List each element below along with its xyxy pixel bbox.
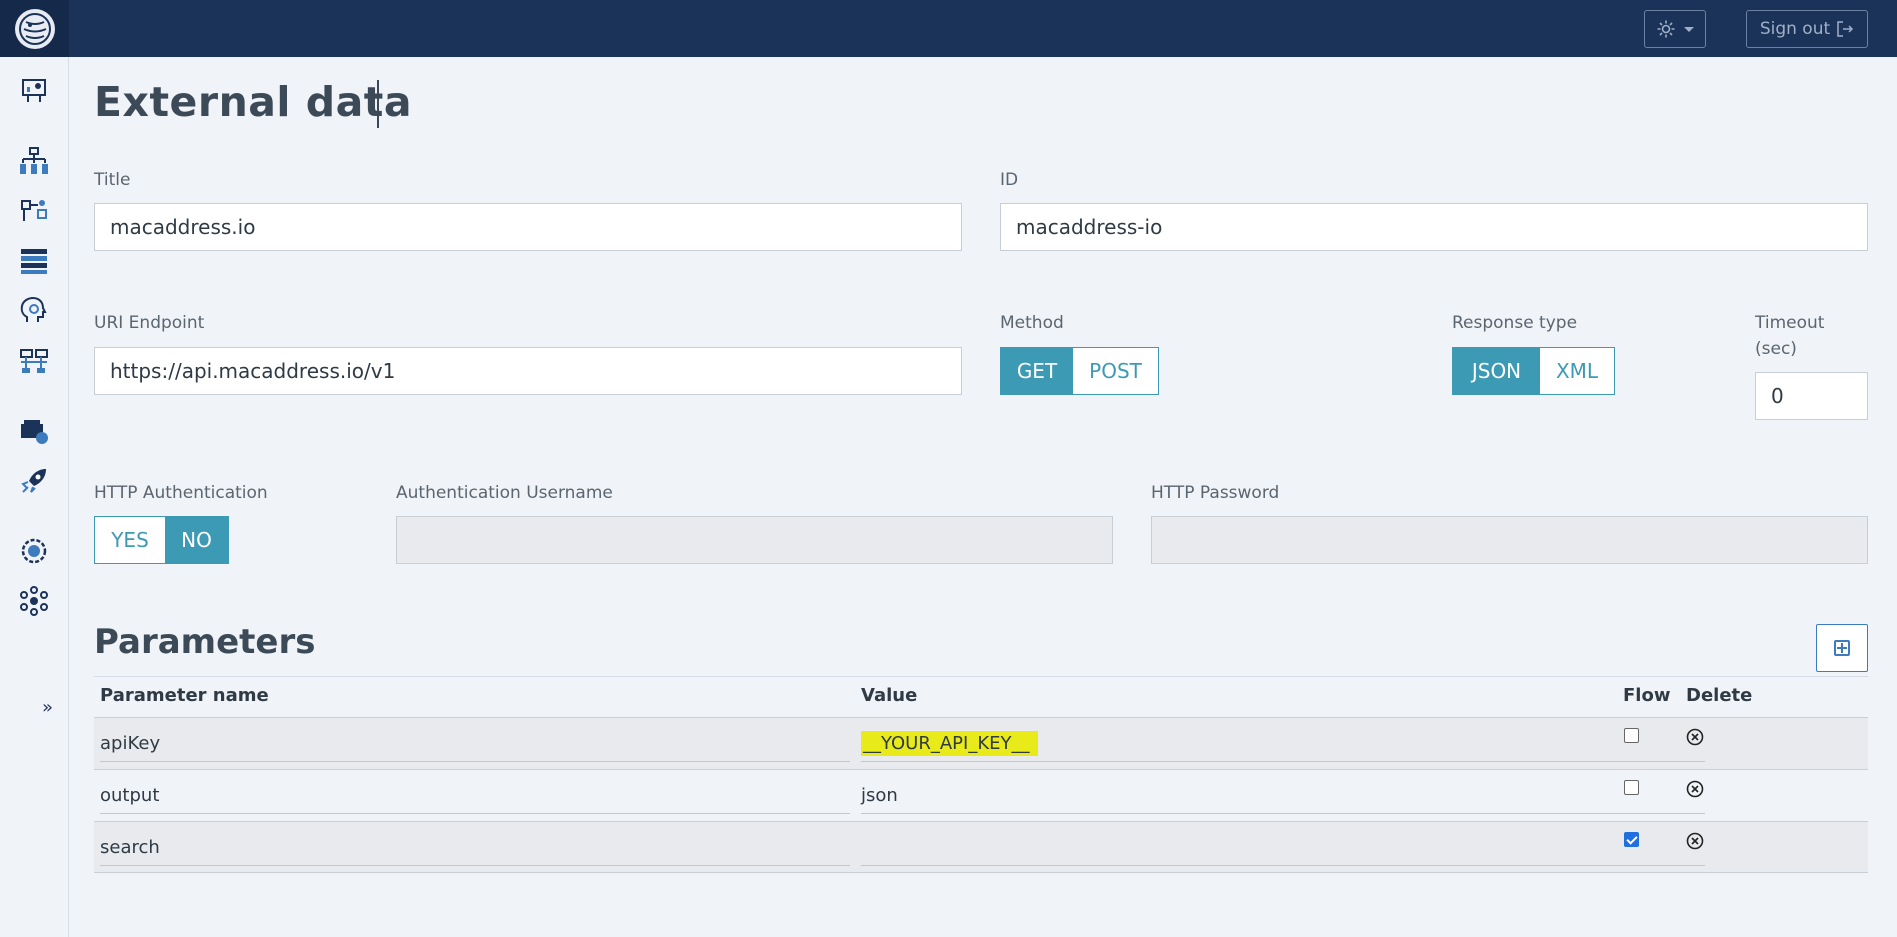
timeout-label: Timeout xyxy=(1755,313,1825,333)
http-auth-no-button[interactable]: NO xyxy=(165,517,228,563)
column-header-flow: Flow xyxy=(1623,685,1671,706)
uri-endpoint-input[interactable]: https://api.macaddress.io/v1 xyxy=(94,347,962,395)
delete-icon[interactable] xyxy=(1686,728,1704,746)
sidebar-expand-button[interactable]: » xyxy=(42,697,53,718)
connector-icon[interactable] xyxy=(18,415,50,447)
response-json-button[interactable]: JSON xyxy=(1453,348,1540,394)
rocket-icon[interactable] xyxy=(18,465,50,497)
method-label: Method xyxy=(1000,313,1064,333)
column-header-delete: Delete xyxy=(1686,685,1753,706)
settings-dropdown-button[interactable] xyxy=(1644,10,1706,48)
http-auth-toggle: YES NO xyxy=(94,516,229,564)
table-row: search xyxy=(94,821,1868,873)
column-header-value: Value xyxy=(861,685,918,706)
parameter-name-input[interactable]: apiKey xyxy=(100,726,850,762)
id-label: ID xyxy=(1000,170,1019,190)
parameters-title: Parameters xyxy=(94,622,316,662)
title-input[interactable]: macaddress.io xyxy=(94,203,962,251)
plus-square-icon xyxy=(1834,640,1850,656)
method-get-button[interactable]: GET xyxy=(1001,348,1073,394)
column-header-parameter-name: Parameter name xyxy=(100,685,269,706)
auth-username-label: Authentication Username xyxy=(396,483,613,503)
highlighted-value: __YOUR_API_KEY__ xyxy=(861,731,1038,756)
method-post-button[interactable]: POST xyxy=(1073,348,1158,394)
table-row: output json xyxy=(94,769,1868,821)
http-password-label: HTTP Password xyxy=(1151,483,1280,503)
database-icon[interactable] xyxy=(18,245,50,277)
response-xml-button[interactable]: XML xyxy=(1540,348,1614,394)
response-type-toggle: JSON XML xyxy=(1452,347,1615,395)
http-password-input[interactable] xyxy=(1151,516,1868,564)
http-auth-yes-button[interactable]: YES xyxy=(95,517,165,563)
flow-icon[interactable] xyxy=(18,195,50,227)
logo-icon xyxy=(14,8,55,49)
table-divider xyxy=(94,676,1868,677)
gear-icon xyxy=(1657,20,1675,38)
top-navbar: Sign out xyxy=(0,0,1897,57)
molecule-icon[interactable] xyxy=(18,585,50,617)
global-settings-icon[interactable] xyxy=(18,535,50,567)
uri-endpoint-label: URI Endpoint xyxy=(94,313,205,333)
app-logo[interactable] xyxy=(0,0,69,57)
add-parameter-button[interactable] xyxy=(1816,624,1868,672)
method-toggle: GET POST xyxy=(1000,347,1159,395)
delete-icon[interactable] xyxy=(1686,780,1704,798)
response-type-label: Response type xyxy=(1452,313,1578,333)
timeout-unit-label: (sec) xyxy=(1755,339,1797,359)
timeout-input[interactable]: 0 xyxy=(1755,372,1868,420)
sign-out-button[interactable]: Sign out xyxy=(1746,10,1868,48)
dashboard-icon[interactable] xyxy=(18,75,50,107)
ai-head-icon[interactable] xyxy=(18,295,50,327)
title-label: Title xyxy=(94,170,131,190)
sign-out-icon xyxy=(1837,21,1854,37)
http-auth-label: HTTP Authentication xyxy=(94,483,268,503)
parameter-name-input[interactable]: search xyxy=(100,830,850,866)
flow-checkbox-checked[interactable] xyxy=(1624,832,1639,847)
network-icon[interactable] xyxy=(18,345,50,377)
auth-username-input[interactable] xyxy=(396,516,1113,564)
flow-checkbox[interactable] xyxy=(1624,728,1639,743)
parameter-value-input[interactable]: __YOUR_API_KEY__ xyxy=(861,726,1705,762)
chevron-down-icon xyxy=(1684,26,1694,32)
hierarchy-icon[interactable] xyxy=(18,145,50,177)
sidebar: » xyxy=(0,57,69,937)
page-title[interactable]: External data xyxy=(94,78,412,126)
id-input[interactable]: macaddress-io xyxy=(1000,203,1868,251)
flow-checkbox[interactable] xyxy=(1624,780,1639,795)
text-cursor xyxy=(377,80,379,128)
delete-icon[interactable] xyxy=(1686,832,1704,850)
parameter-value-input[interactable] xyxy=(861,830,1705,866)
sign-out-label: Sign out xyxy=(1759,19,1831,39)
parameter-value-input[interactable]: json xyxy=(861,778,1705,814)
parameter-name-input[interactable]: output xyxy=(100,778,850,814)
table-row: apiKey __YOUR_API_KEY__ xyxy=(94,717,1868,769)
